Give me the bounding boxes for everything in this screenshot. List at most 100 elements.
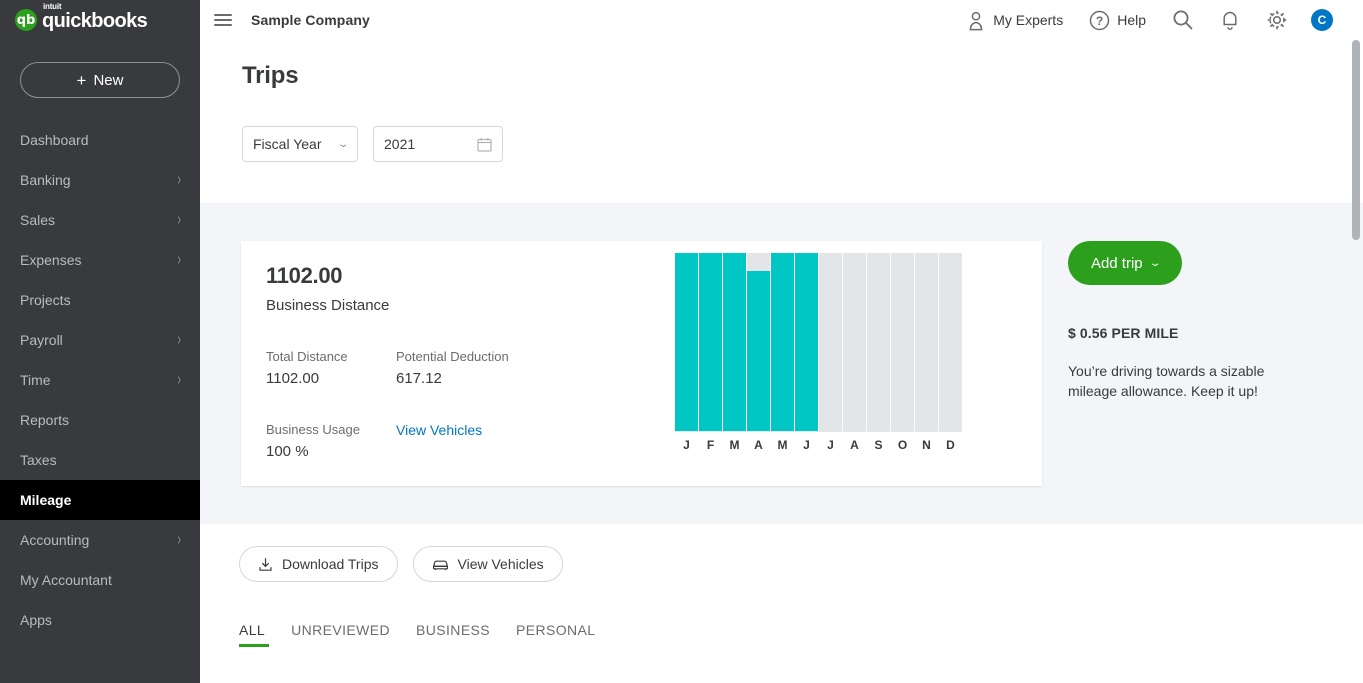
- sidebar-item-label: Sales: [20, 212, 56, 228]
- chevron-right-icon: ›: [177, 529, 181, 549]
- calendar-icon: [477, 137, 492, 152]
- chart-month-label: M: [777, 438, 788, 452]
- settings-button[interactable]: [1253, 9, 1301, 31]
- total-distance-block: Total Distance 1102.00: [266, 349, 396, 387]
- sidebar-item-dashboard[interactable]: Dashboard: [0, 120, 200, 160]
- chart-bar: [675, 253, 698, 431]
- sidebar-item-label: Taxes: [20, 452, 57, 468]
- my-experts-label: My Experts: [993, 12, 1064, 28]
- sidebar-item-apps[interactable]: Apps: [0, 600, 200, 640]
- sidebar-item-taxes[interactable]: Taxes: [0, 440, 200, 480]
- chart-month-label: S: [874, 438, 883, 452]
- potential-deduction-label: Potential Deduction: [396, 349, 509, 364]
- sidebar-item-label: Accounting: [20, 532, 90, 548]
- tab-business[interactable]: BUSINESS: [416, 622, 516, 647]
- potential-deduction-value: 617.12: [396, 370, 442, 387]
- sidebar-item-payroll[interactable]: Payroll ›: [0, 320, 200, 360]
- business-distance-label: Business Distance: [266, 297, 390, 314]
- quickbooks-wordmark: quickbooks: [42, 10, 148, 32]
- sidebar-item-label: Banking: [20, 172, 71, 188]
- hamburger-icon[interactable]: [214, 11, 232, 29]
- view-vehicles-button[interactable]: View Vehicles: [412, 546, 563, 582]
- summary-stats: 1102.00 Business Distance Total Distance…: [241, 241, 661, 486]
- chart-bar: [819, 253, 842, 431]
- chart-bar-fill: [795, 253, 818, 431]
- view-vehicles-label: View Vehicles: [457, 556, 544, 572]
- page-title: Trips: [242, 62, 299, 89]
- tab-personal[interactable]: PERSONAL: [516, 622, 621, 647]
- plus-icon: +: [76, 70, 87, 90]
- view-vehicles-link[interactable]: View Vehicles: [396, 422, 482, 438]
- chart-bar-fill: [699, 253, 722, 431]
- my-experts-button[interactable]: My Experts: [953, 10, 1076, 31]
- help-button[interactable]: ? Help: [1076, 10, 1159, 31]
- new-button-label: New: [93, 71, 124, 89]
- trips-tabs: ALL UNREVIEWED BUSINESS PERSONAL: [200, 582, 1363, 647]
- sidebar-item-sales[interactable]: Sales ›: [0, 200, 200, 240]
- sidebar-item-expenses[interactable]: Expenses ›: [0, 240, 200, 280]
- tab-unreviewed[interactable]: UNREVIEWED: [291, 622, 416, 647]
- sidebar-item-mileage[interactable]: Mileage: [0, 480, 200, 520]
- sidebar-item-label: Expenses: [20, 252, 82, 268]
- year-input[interactable]: 2021: [373, 126, 503, 162]
- topbar-actions: My Experts ? Help C: [953, 9, 1333, 31]
- chart-bar-fill: [747, 270, 770, 431]
- fiscal-year-select[interactable]: Fiscal Year ⌄: [242, 126, 358, 162]
- chart-bars: [675, 253, 965, 431]
- business-usage-value: 100 %: [266, 443, 309, 460]
- sidebar-item-banking[interactable]: Banking ›: [0, 160, 200, 200]
- notifications-button[interactable]: [1207, 9, 1253, 31]
- search-icon: [1172, 9, 1194, 31]
- search-button[interactable]: [1159, 9, 1207, 31]
- sidebar-item-time[interactable]: Time ›: [0, 360, 200, 400]
- tab-label: PERSONAL: [516, 622, 596, 638]
- sidebar-item-projects[interactable]: Projects: [0, 280, 200, 320]
- sidebar-item-my-accountant[interactable]: My Accountant: [0, 560, 200, 600]
- potential-deduction-block: Potential Deduction 617.12: [396, 349, 526, 387]
- mileage-blurb: You’re driving towards a sizable mileage…: [1068, 363, 1265, 399]
- chart-bar: [915, 253, 938, 431]
- summary-row-1: Total Distance 1102.00 Potential Deducti…: [266, 349, 661, 387]
- sidebar-item-label: Payroll: [20, 332, 63, 348]
- avatar-initial: C: [1317, 13, 1327, 27]
- business-distance-value: 1102.00: [266, 263, 343, 288]
- avatar[interactable]: C: [1311, 9, 1333, 31]
- chart-month-labels: JFMAMJJASOND: [675, 438, 965, 452]
- app-topbar: Sample Company My Experts ? Help C: [200, 0, 1363, 40]
- quickbooks-app: qb intuit quickbooks + New Dashboard Ban…: [0, 0, 1363, 683]
- tab-label: ALL: [239, 622, 266, 638]
- sidebar-item-label: Mileage: [20, 492, 72, 508]
- sidebar-item-label: My Accountant: [20, 572, 112, 588]
- chart-month-label: J: [803, 438, 810, 452]
- car-icon: [432, 557, 449, 571]
- scrollbar-thumb[interactable]: [1352, 40, 1360, 240]
- gear-icon: [1266, 9, 1288, 31]
- chart-bar: [843, 253, 866, 431]
- chart-bar: [939, 253, 962, 431]
- business-usage-block: Business Usage 100 %: [266, 422, 396, 460]
- chart-bar: [699, 253, 722, 431]
- tab-label: UNREVIEWED: [291, 622, 391, 638]
- sidebar-item-accounting[interactable]: Accounting ›: [0, 520, 200, 560]
- chevron-right-icon: ›: [177, 369, 181, 389]
- chart-month-label: A: [850, 438, 859, 452]
- total-distance-label: Total Distance: [266, 349, 348, 364]
- download-trips-label: Download Trips: [282, 556, 379, 572]
- page-scrollbar[interactable]: [1352, 40, 1360, 683]
- sidebar-item-reports[interactable]: Reports: [0, 400, 200, 440]
- chart-bar-fill: [723, 253, 746, 431]
- download-icon: [258, 557, 273, 572]
- summary-band: 1102.00 Business Distance Total Distance…: [200, 203, 1363, 524]
- year-value: 2021: [384, 136, 416, 152]
- chart-month-label: A: [754, 438, 763, 452]
- quickbooks-logo[interactable]: qb intuit quickbooks: [0, 0, 200, 40]
- sidebar-item-label: Apps: [20, 612, 52, 628]
- chart-month-label: O: [897, 438, 908, 452]
- add-trip-button[interactable]: Add trip ⌄: [1068, 241, 1182, 285]
- summary-row-2: Business Usage 100 % View Vehicles: [266, 422, 661, 460]
- new-button[interactable]: + New: [20, 62, 180, 98]
- tab-all[interactable]: ALL: [239, 622, 291, 647]
- add-trip-label: Add trip: [1090, 254, 1143, 272]
- download-trips-button[interactable]: Download Trips: [239, 546, 398, 582]
- chart-month-label: J: [683, 438, 690, 452]
